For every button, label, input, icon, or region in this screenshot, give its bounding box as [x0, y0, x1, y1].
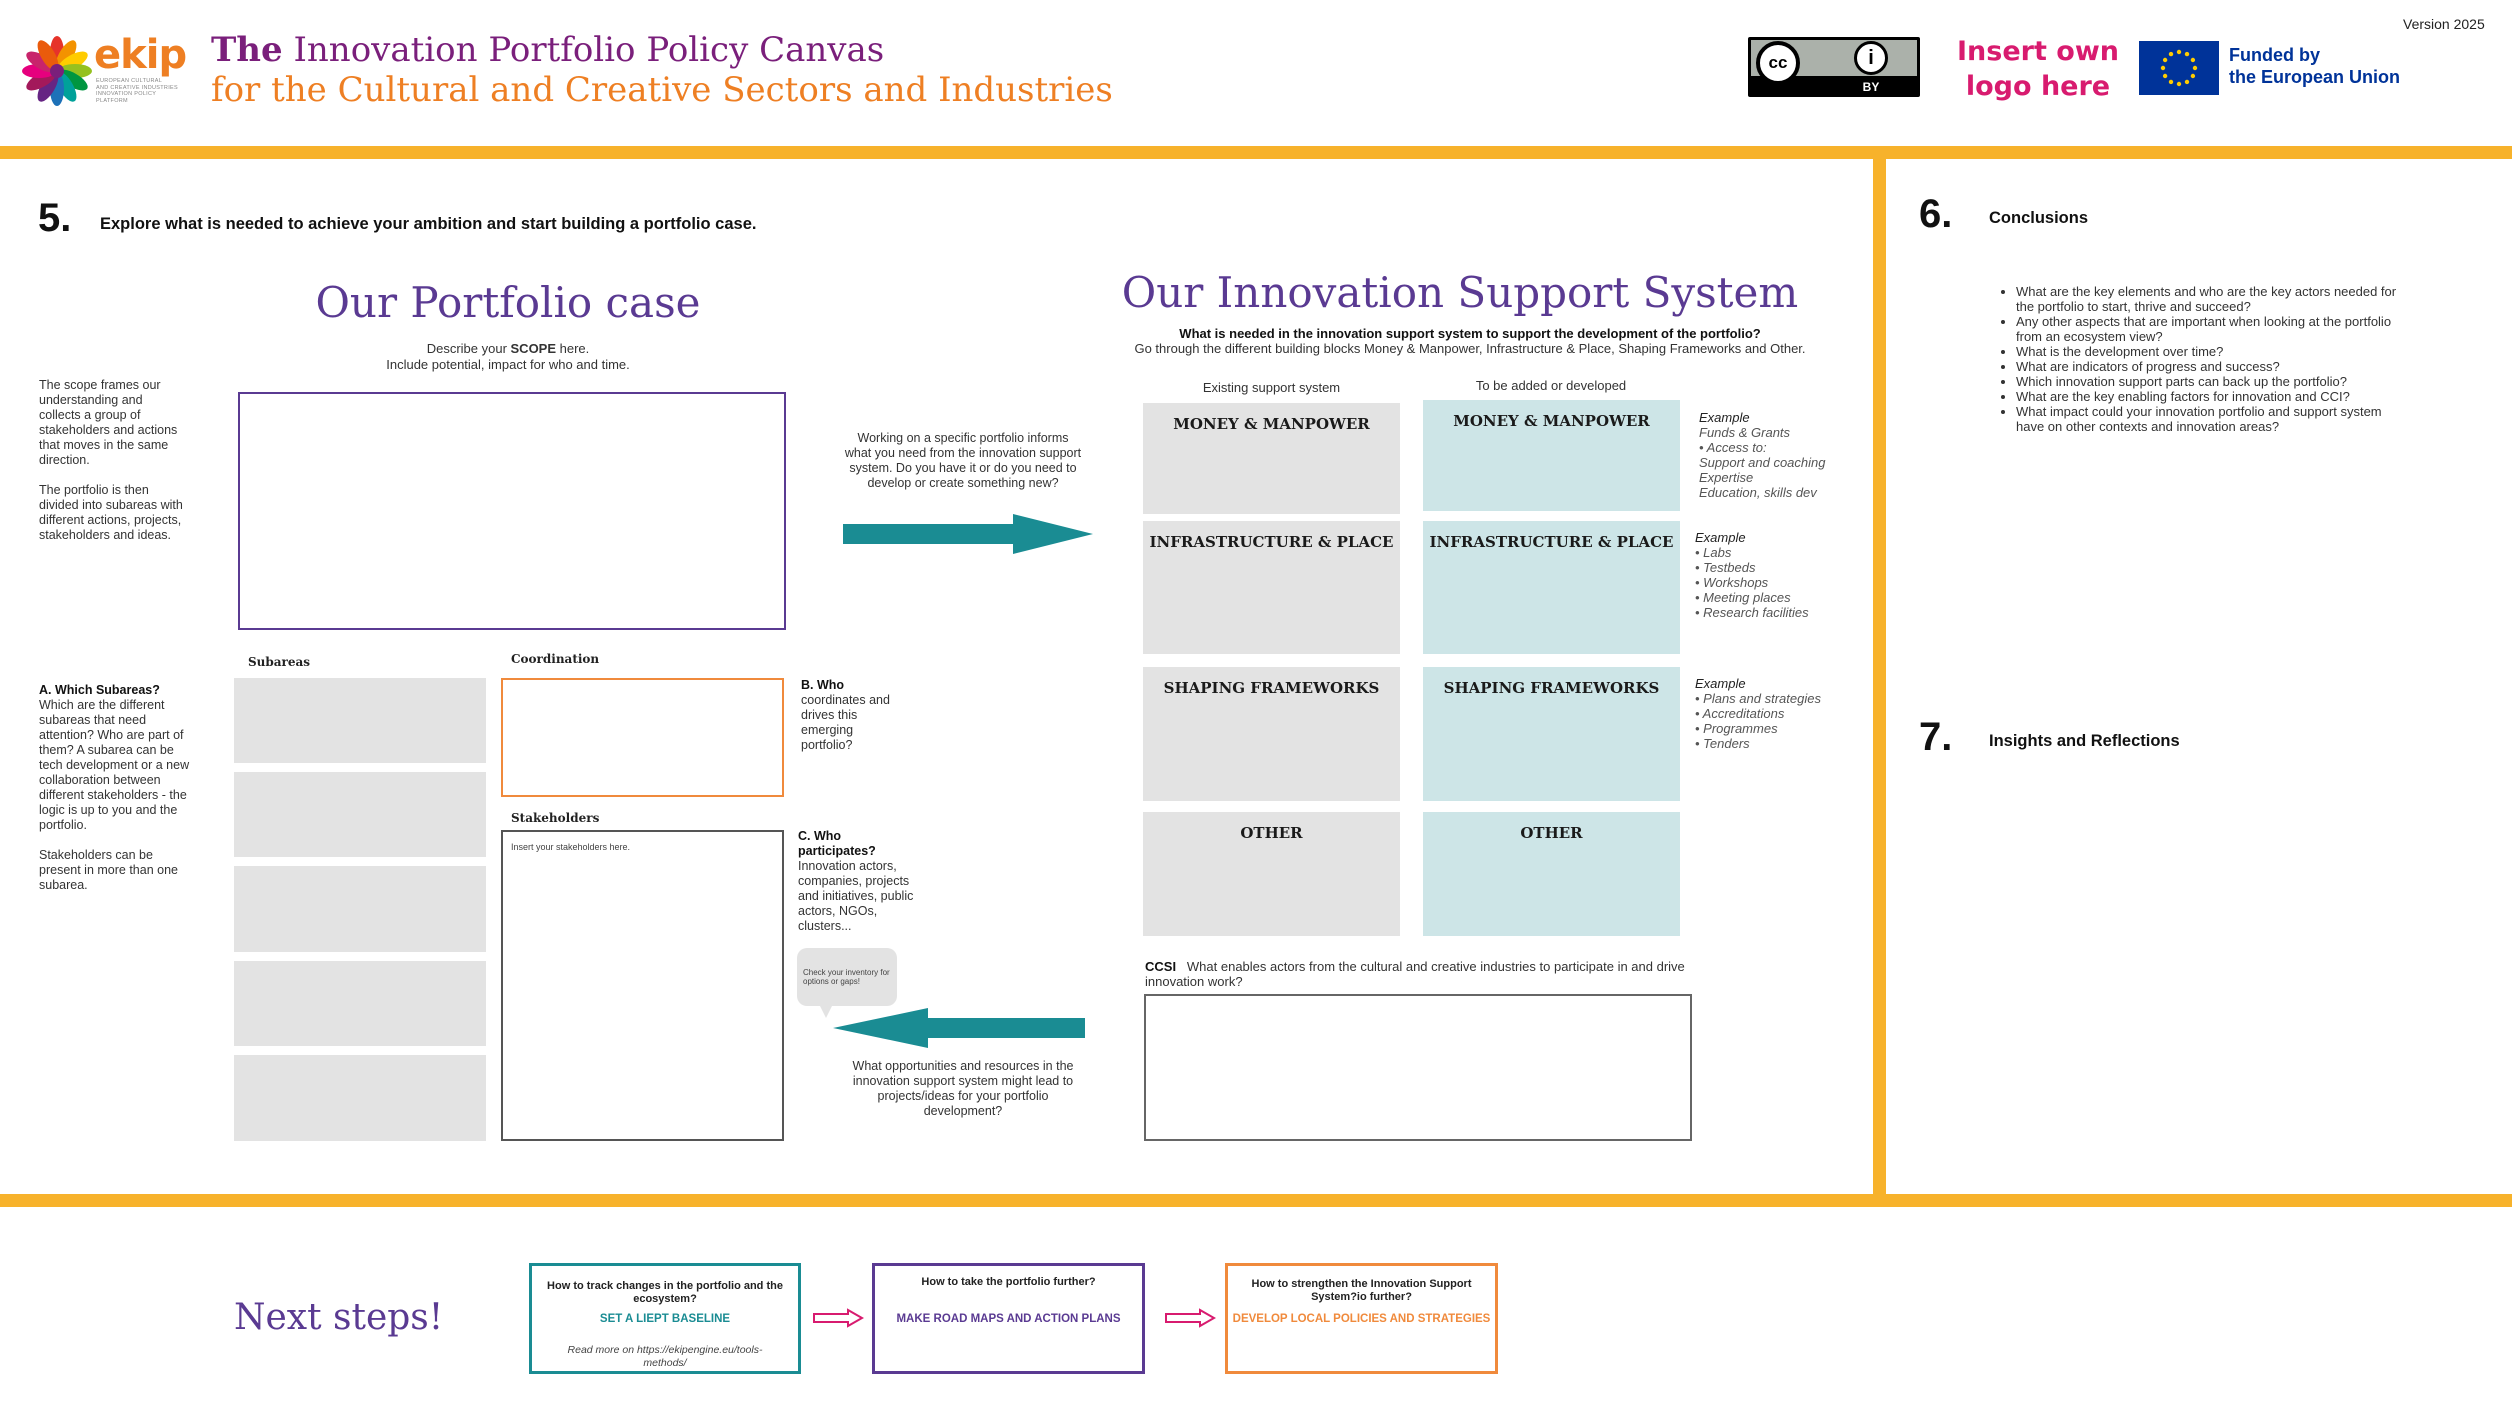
person-icon: i — [1854, 41, 1888, 75]
arrow-right-icon — [1165, 1308, 1216, 1328]
subarea-box-1[interactable] — [234, 678, 486, 763]
title-the: The — [211, 30, 283, 70]
list-item: What are the key enabling factors for in… — [2016, 389, 2408, 404]
stakeholders-label: Stakeholders — [511, 811, 600, 825]
ekip-wordmark: ekip — [94, 32, 187, 78]
ccsi-box[interactable] — [1144, 994, 1692, 1141]
bottom-divider — [0, 1194, 2512, 1207]
example-money-manpower: Example Funds & Grants • Access to: Supp… — [1699, 410, 1826, 500]
title-line2: for the Cultural and Creative Sectors an… — [211, 70, 1113, 110]
title-line1: Innovation Portfolio Policy Canvas — [293, 30, 885, 70]
section-number: 7. — [1919, 715, 1953, 759]
iss-title: Our Innovation Support System — [1121, 268, 1799, 317]
ekip-logo: ekip EUROPEAN CULTURAL AND CREATIVE INDU… — [22, 32, 187, 112]
section-number: 5. — [38, 196, 72, 240]
subareas-label: Subareas — [248, 655, 311, 669]
existing-money-manpower[interactable]: MONEY & MANPOWER — [1143, 403, 1400, 514]
list-item: Any other aspects that are important whe… — [2016, 314, 2408, 344]
arrow-left-text: What opportunities and resources in the … — [852, 1059, 1074, 1118]
existing-infrastructure-place[interactable]: INFRASTRUCTURE & PLACE — [1143, 521, 1400, 654]
who-participates: C. Who participates? Innovation actors, … — [798, 829, 914, 933]
list-item: What are the key elements and who are th… — [2016, 284, 2408, 314]
scope-instruction: Describe your SCOPE here. Include potent… — [386, 341, 630, 372]
own-logo-placeholder: Insert own logo here — [1957, 36, 2119, 102]
added-infrastructure-place[interactable]: INFRASTRUCTURE & PLACE — [1423, 521, 1680, 654]
ekip-tagline: EUROPEAN CULTURAL AND CREATIVE INDUSTRIE… — [96, 78, 178, 104]
version-label: Version 2025 — [2403, 16, 2485, 32]
list-item: What is the development over time? — [2016, 344, 2408, 359]
list-item: Which innovation support parts can back … — [2016, 374, 2408, 389]
portfolio-title: Our Portfolio case — [315, 278, 701, 327]
example-shaping-frameworks: Example • Plans and strategies • Accredi… — [1695, 676, 1821, 751]
section-heading: Conclusions — [1989, 209, 2089, 227]
step-card-baseline[interactable]: How to track changes in the portfolio an… — [529, 1263, 801, 1374]
cc-by-badge: cc i BY — [1748, 37, 1920, 97]
list-item: What are indicators of progress and succ… — [2016, 359, 2408, 374]
coordination-box[interactable] — [501, 678, 784, 797]
step-card-roadmaps[interactable]: How to take the portfolio further? MAKE … — [872, 1263, 1145, 1374]
eu-stars-icon — [2160, 49, 2198, 87]
example-infrastructure-place: Example • Labs • Testbeds • Workshops • … — [1695, 530, 1809, 620]
arrow-left-icon — [833, 1008, 1085, 1048]
col-added-label: To be added or developed — [1475, 378, 1627, 393]
who-coordinates: B. Who coordinates and drives this emerg… — [801, 678, 890, 752]
iss-subtitle: What is needed in the innovation support… — [1134, 326, 1806, 356]
eu-funding-text: Funded by the European Union — [2229, 45, 2400, 87]
section-heading: Explore what is needed to achieve your a… — [100, 215, 757, 233]
subareas-question: A. Which Subareas? Which are the differe… — [39, 683, 190, 892]
subarea-box-5[interactable] — [234, 1055, 486, 1141]
coordination-label: Coordination — [511, 652, 600, 666]
added-money-manpower[interactable]: MONEY & MANPOWER — [1423, 400, 1680, 511]
conclusions-list: What are the key elements and who are th… — [1998, 284, 2408, 434]
flower-icon — [22, 36, 92, 106]
section-number: 6. — [1919, 192, 1953, 236]
stakeholders-placeholder: Insert your stakeholders here. — [511, 842, 631, 852]
scope-explanation: The scope frames our understanding and c… — [39, 378, 183, 542]
scope-box[interactable] — [238, 392, 786, 630]
added-shaping-frameworks[interactable]: SHAPING FRAMEWORKS — [1423, 667, 1680, 801]
cc-icon: cc — [1756, 41, 1800, 85]
vertical-divider — [1873, 146, 1886, 1197]
added-other[interactable]: OTHER — [1423, 812, 1680, 936]
subarea-box-2[interactable] — [234, 772, 486, 857]
subarea-box-3[interactable] — [234, 866, 486, 952]
arrow-right-icon — [843, 514, 1093, 554]
page-title: The Innovation Portfolio Policy Canvas f… — [211, 30, 1113, 110]
stakeholders-box[interactable]: Insert your stakeholders here. — [501, 830, 784, 1141]
eu-flag-icon — [2139, 41, 2219, 95]
bubble-tail — [819, 1004, 833, 1018]
col-existing-label: Existing support system — [1202, 380, 1341, 395]
ccsi-question: CCSI What enables actors from the cultur… — [1145, 959, 1685, 989]
arrow-right-text: Working on a specific portfolio informs … — [844, 431, 1082, 490]
step-card-policies[interactable]: How to strengthen the Innovation Support… — [1225, 1263, 1498, 1374]
subarea-box-4[interactable] — [234, 961, 486, 1046]
arrow-right-icon — [813, 1308, 864, 1328]
existing-shaping-frameworks[interactable]: SHAPING FRAMEWORKS — [1143, 667, 1400, 801]
section-heading: Insights and Reflections — [1989, 732, 2180, 750]
license-label: BY — [1862, 80, 1880, 94]
next-steps-title: Next steps! — [234, 1297, 444, 1338]
list-item: What impact could your innovation portfo… — [2016, 404, 2408, 434]
existing-other[interactable]: OTHER — [1143, 812, 1400, 936]
top-divider — [0, 146, 2512, 159]
speech-bubble: Check your inventory for options or gaps… — [797, 948, 897, 1018]
